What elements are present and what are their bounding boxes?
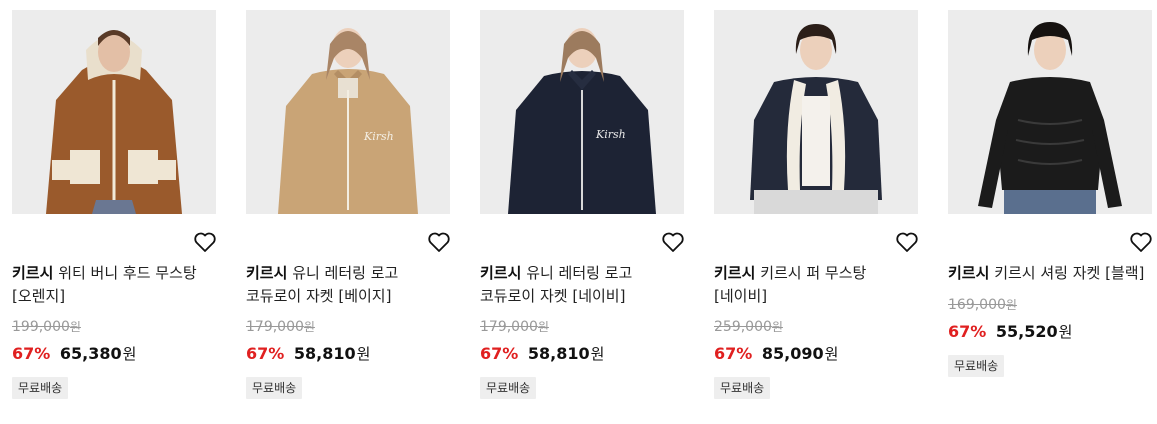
- product-card[interactable]: 키르시 위티 버니 후드 무스탕 [오렌지] 199,000원 67% 65,3…: [12, 10, 216, 399]
- original-price: 199,000원: [12, 319, 81, 335]
- currency-unit: 원: [122, 345, 137, 363]
- svg-text:Kirsh: Kirsh: [363, 130, 394, 143]
- product-brand: 키르시: [714, 264, 756, 282]
- product-card[interactable]: 키르시 키르시 퍼 무스탕 [네이비] 259,000원 67% 85,090원…: [714, 10, 918, 399]
- sale-price-row: 67% 58,810원: [480, 343, 604, 364]
- sale-price: 58,810: [293, 344, 356, 363]
- original-price: 179,000원: [480, 319, 549, 335]
- heart-outline-icon[interactable]: [895, 231, 919, 253]
- sale-price-row: 67% 65,380원: [12, 343, 136, 364]
- sale-price-row: 67% 58,810원: [246, 343, 370, 364]
- original-price: 169,000원: [948, 297, 1017, 313]
- discount-rate: 67%: [948, 322, 987, 341]
- product-title[interactable]: 키르시 위티 버니 후드 무스탕 [오렌지]: [12, 262, 220, 308]
- free-shipping-badge: 무료배송: [948, 355, 1005, 377]
- sale-price: 65,380: [59, 344, 122, 363]
- sale-price: 58,810: [527, 344, 590, 363]
- product-image[interactable]: Kirsh: [246, 10, 450, 214]
- free-shipping-badge: 무료배송: [714, 377, 771, 399]
- product-card[interactable]: Kirsh 키르시 유니 레터링 로고 코듀로이 자켓 [네이비] 179,00…: [480, 10, 684, 399]
- free-shipping-badge: 무료배송: [480, 377, 537, 399]
- original-price: 259,000원: [714, 319, 783, 335]
- discount-rate: 67%: [480, 344, 519, 363]
- sale-price: 55,520: [995, 322, 1058, 341]
- product-name: 키르시 셔링 자켓 [블랙]: [994, 264, 1145, 282]
- free-shipping-badge: 무료배송: [246, 377, 303, 399]
- product-brand: 키르시: [948, 264, 990, 282]
- product-brand: 키르시: [12, 264, 54, 282]
- product-image[interactable]: [12, 10, 216, 214]
- heart-outline-icon[interactable]: [1129, 231, 1153, 253]
- product-card[interactable]: 키르시 키르시 셔링 자켓 [블랙] 169,000원 67% 55,520원 …: [948, 10, 1152, 377]
- product-brand: 키르시: [480, 264, 522, 282]
- svg-text:Kirsh: Kirsh: [595, 128, 626, 141]
- product-title[interactable]: 키르시 키르시 셔링 자켓 [블랙]: [948, 262, 1156, 285]
- currency-unit: 원: [356, 345, 371, 363]
- sale-price-row: 67% 85,090원: [714, 343, 838, 364]
- product-title[interactable]: 키르시 유니 레터링 로고 코듀로이 자켓 [네이비]: [480, 262, 688, 308]
- original-price: 179,000원: [246, 319, 315, 335]
- product-title[interactable]: 키르시 유니 레터링 로고 코듀로이 자켓 [베이지]: [246, 262, 454, 308]
- sale-price-row: 67% 55,520원: [948, 321, 1072, 342]
- heart-outline-icon[interactable]: [427, 231, 451, 253]
- product-image[interactable]: [948, 10, 1152, 214]
- currency-unit: 원: [590, 345, 605, 363]
- discount-rate: 67%: [714, 344, 753, 363]
- product-image[interactable]: Kirsh: [480, 10, 684, 214]
- product-title[interactable]: 키르시 키르시 퍼 무스탕 [네이비]: [714, 262, 922, 308]
- currency-unit: 원: [1058, 323, 1073, 341]
- currency-unit: 원: [824, 345, 839, 363]
- product-brand: 키르시: [246, 264, 288, 282]
- free-shipping-badge: 무료배송: [12, 377, 69, 399]
- heart-outline-icon[interactable]: [193, 231, 217, 253]
- discount-rate: 67%: [246, 344, 285, 363]
- product-card[interactable]: Kirsh 키르시 유니 레터링 로고 코듀로이 자켓 [베이지] 179,00…: [246, 10, 450, 399]
- discount-rate: 67%: [12, 344, 51, 363]
- sale-price: 85,090: [761, 344, 824, 363]
- heart-outline-icon[interactable]: [661, 231, 685, 253]
- product-grid: 키르시 위티 버니 후드 무스탕 [오렌지] 199,000원 67% 65,3…: [0, 0, 1157, 424]
- product-image[interactable]: [714, 10, 918, 214]
